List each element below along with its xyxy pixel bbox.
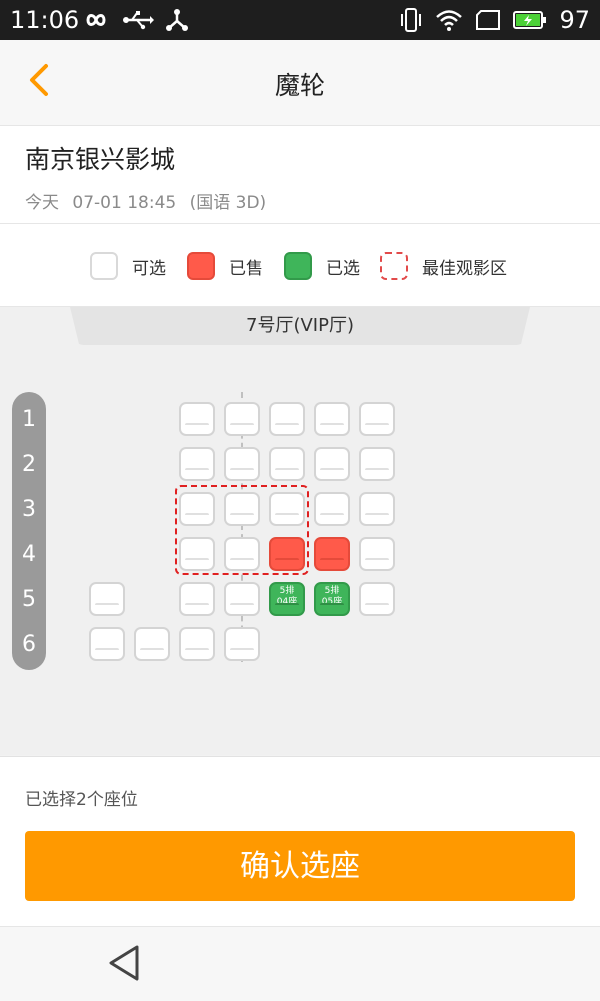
available-seat[interactable] [89, 582, 125, 616]
share-icon [166, 9, 188, 31]
seat-legend: 可选 已售 已选 最佳观影区 [0, 224, 600, 307]
available-seat[interactable] [314, 492, 350, 526]
available-seat[interactable] [179, 627, 215, 661]
row-number: 2 [22, 452, 36, 477]
available-seat[interactable] [179, 447, 215, 481]
legend-selected-label: 已选 [326, 258, 360, 279]
available-seat[interactable] [134, 627, 170, 661]
best-zone-icon [380, 252, 408, 280]
vibrate-icon [401, 8, 422, 32]
available-seat[interactable] [359, 537, 395, 571]
selected-count: 已选择2个座位 [25, 790, 138, 810]
legend-best-zone-label: 最佳观影区 [422, 258, 507, 279]
cinema-name: 南京银兴影城 [25, 145, 176, 174]
available-seat[interactable] [314, 402, 350, 436]
available-seat[interactable] [224, 492, 260, 526]
signal-icon [476, 10, 501, 30]
row-number: 1 [22, 407, 36, 432]
available-seat[interactable] [224, 537, 260, 571]
row-number: 6 [22, 632, 36, 657]
seat-map[interactable]: 7号厅(VIP厅) 123456 5排 04座 5排 05座 [0, 307, 600, 755]
seat-row-label: 5排 [279, 586, 295, 596]
available-seat[interactable] [179, 402, 215, 436]
cinema-info: 南京银兴影城 今天 07-01 18:45 (国语 3D) [0, 126, 600, 224]
infinity-icon [86, 14, 106, 26]
nav-back-button[interactable] [105, 943, 145, 983]
sold-seat-icon [187, 252, 215, 280]
available-seat[interactable] [314, 447, 350, 481]
legend-available-label: 可选 [132, 258, 166, 279]
battery-icon [513, 11, 547, 29]
seat-number-label: 04座 [276, 597, 298, 607]
available-seat[interactable] [179, 492, 215, 526]
status-bar: 11:06 97 [0, 0, 600, 40]
show-datetime: 07-01 18:45 [72, 193, 177, 213]
available-seat[interactable] [359, 492, 395, 526]
available-seat[interactable] [179, 582, 215, 616]
available-seat[interactable] [269, 402, 305, 436]
sold-seat [314, 537, 350, 571]
available-seat[interactable] [224, 582, 260, 616]
row-number: 5 [22, 587, 36, 612]
showtime-info: 今天 07-01 18:45 (国语 3D) [25, 188, 274, 213]
legend-best-zone: 最佳观影区 [380, 252, 507, 280]
row-number: 3 [22, 497, 36, 522]
legend-sold: 已售 [187, 252, 263, 280]
show-day: 今天 [25, 193, 59, 213]
triangle-back-icon [109, 945, 139, 981]
status-time: 11:06 [10, 6, 80, 34]
row-number: 4 [22, 542, 36, 567]
hall-screen: 7号厅(VIP厅) [70, 307, 530, 345]
battery-level: 97 [559, 6, 590, 34]
legend-available: 可选 [90, 252, 166, 280]
app-header: 魔轮 [0, 40, 600, 126]
available-seat[interactable] [224, 447, 260, 481]
available-seat[interactable] [359, 582, 395, 616]
available-seat[interactable] [269, 447, 305, 481]
available-seat[interactable] [359, 402, 395, 436]
available-seat[interactable] [359, 447, 395, 481]
available-seat[interactable] [89, 627, 125, 661]
usb-icon [123, 11, 154, 30]
legend-sold-label: 已售 [229, 258, 263, 279]
available-seat-icon [90, 252, 118, 280]
wifi-icon [436, 10, 463, 31]
available-seat[interactable] [269, 492, 305, 526]
legend-selected: 已选 [284, 252, 360, 280]
selected-seat[interactable]: 5排 05座 [314, 582, 350, 616]
available-seat[interactable] [224, 402, 260, 436]
selection-footer: 已选择2个座位 确认选座 [0, 756, 600, 927]
system-nav-bar [0, 926, 600, 1001]
available-seat[interactable] [224, 627, 260, 661]
row-number-strip: 1 2 3 4 5 6 [12, 392, 46, 670]
selected-seat-icon [284, 252, 312, 280]
confirm-seat-button[interactable]: 确认选座 [25, 831, 575, 901]
available-seat[interactable] [179, 537, 215, 571]
sold-seat [269, 537, 305, 571]
seat-number-label: 05座 [321, 597, 343, 607]
seat-row-label: 5排 [324, 586, 340, 596]
selected-seat[interactable]: 5排 04座 [269, 582, 305, 616]
show-format: (国语 3D) [189, 193, 267, 213]
page-title: 魔轮 [274, 71, 325, 100]
